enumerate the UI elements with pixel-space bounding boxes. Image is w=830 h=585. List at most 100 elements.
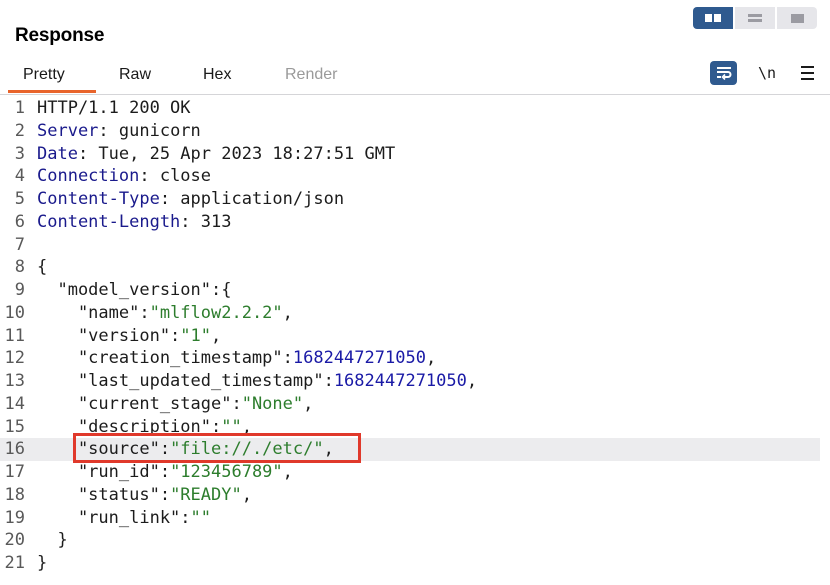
- code-line[interactable]: 5 Content-Type: application/json: [0, 188, 830, 211]
- code-line[interactable]: 7: [0, 234, 830, 257]
- line-number: 19: [4, 507, 25, 528]
- code-token: "source":: [37, 439, 171, 460]
- tab-raw[interactable]: Raw: [119, 66, 151, 84]
- code-token: "": [190, 507, 212, 528]
- line-number: 17: [4, 462, 25, 482]
- line-content: "source":"file://./etc/",: [37, 438, 334, 461]
- code-token: 1682447271050: [333, 371, 467, 391]
- code-line[interactable]: 4 Connection: close: [0, 165, 830, 188]
- code-token: Server: [37, 120, 99, 141]
- tab-hex[interactable]: Hex: [203, 66, 231, 84]
- line-number: 1: [14, 98, 25, 118]
- line-number: 21: [4, 553, 25, 573]
- line-number: 16: [4, 439, 25, 460]
- line-number: 20: [4, 530, 25, 551]
- code-token: "name":: [37, 302, 150, 323]
- rows-icon: [748, 14, 762, 22]
- code-token: : Tue, 25 Apr 2023 18:27:51 GMT: [77, 143, 396, 164]
- code-line[interactable]: 16 "source":"file://./etc/",: [0, 438, 820, 461]
- line-number: 4: [14, 166, 25, 187]
- active-tab-indicator: [8, 90, 96, 93]
- code-token: "creation_timestamp":: [37, 348, 293, 369]
- code-line[interactable]: 2 Server: gunicorn: [0, 120, 830, 143]
- single-view-button[interactable]: [777, 7, 817, 29]
- code-token: "123456789": [170, 462, 283, 482]
- layout-toggle[interactable]: [693, 7, 817, 29]
- code-line[interactable]: 9 "model_version":{: [0, 279, 830, 302]
- code-line[interactable]: 17 "run_id":"123456789",: [0, 461, 830, 484]
- line-content: "model_version":{: [37, 279, 231, 302]
- line-number: 9: [14, 280, 25, 300]
- horizontal-view-button[interactable]: [735, 7, 775, 29]
- code-line[interactable]: 6 Content-Length: 313: [0, 211, 830, 234]
- code-line[interactable]: 15 "description":"",: [0, 416, 830, 439]
- code-token: "version":: [37, 325, 181, 346]
- line-number: 18: [4, 484, 25, 505]
- code-line[interactable]: 13 "last_updated_timestamp":168244727105…: [0, 370, 830, 393]
- code-line[interactable]: 11 "version":"1",: [0, 325, 830, 348]
- line-content: Content-Type: application/json: [37, 188, 344, 211]
- line-number: 3: [14, 143, 25, 164]
- line-number: 15: [4, 416, 25, 437]
- line-number: 12: [4, 348, 25, 369]
- code-token: }: [37, 553, 48, 573]
- line-content: "description":"",: [37, 416, 252, 439]
- code-token: "current_stage":: [37, 393, 242, 414]
- tab-render[interactable]: Render: [285, 66, 337, 84]
- code-token: : 313: [180, 211, 232, 232]
- line-content: "status":"READY",: [37, 484, 252, 507]
- code-line[interactable]: 19 "run_link":"": [0, 507, 830, 530]
- line-content: "creation_timestamp":1682447271050,: [37, 347, 436, 370]
- code-token: "run_id":: [37, 462, 171, 482]
- code-token: ,: [466, 371, 478, 391]
- line-number: 7: [14, 234, 25, 255]
- code-token: ,: [241, 416, 252, 437]
- menu-icon[interactable]: [801, 66, 814, 84]
- code-token: "": [221, 416, 242, 437]
- code-token: : gunicorn: [98, 120, 201, 141]
- word-wrap-button[interactable]: [710, 61, 737, 85]
- code-line[interactable]: 12 "creation_timestamp":1682447271050,: [0, 347, 830, 370]
- response-editor[interactable]: 1 HTTP/1.1 200 OK 2 Server: gunicorn 3 Date: …: [0, 97, 830, 575]
- line-content: HTTP/1.1 200 OK: [37, 97, 191, 120]
- line-content: Content-Length: 313: [37, 211, 231, 234]
- line-content: "name":"mlflow2.2.2",: [37, 302, 293, 325]
- line-number: 6: [14, 211, 25, 232]
- line-number: 2: [14, 120, 25, 141]
- line-content: "version":"1",: [37, 325, 221, 348]
- code-token: Content-Length: [37, 211, 181, 232]
- code-token: "mlflow2.2.2": [149, 302, 283, 323]
- show-newlines-button[interactable]: \n: [758, 64, 776, 82]
- line-content: "run_link":"": [37, 507, 211, 530]
- tab-pretty[interactable]: Pretty: [23, 66, 65, 84]
- line-number: 13: [4, 371, 25, 391]
- code-token: ,: [282, 462, 293, 482]
- line-content: Server: gunicorn: [37, 120, 201, 143]
- split-view-button[interactable]: [693, 7, 733, 29]
- code-line[interactable]: 21}: [0, 552, 830, 575]
- line-content: Date: Tue, 25 Apr 2023 18:27:51 GMT: [37, 143, 395, 166]
- tab-bar: Pretty Raw Hex Render: [0, 60, 830, 95]
- code-token: HTTP/1.1 200 OK: [37, 98, 191, 118]
- line-number: 5: [14, 189, 25, 209]
- line-content: Connection: close: [37, 165, 211, 188]
- code-token: "READY": [170, 484, 242, 505]
- code-line[interactable]: 8{: [0, 256, 830, 279]
- code-token: Content-Type: [37, 189, 160, 209]
- code-token: Date: [37, 143, 78, 164]
- line-content: {: [37, 256, 47, 279]
- code-token: "None": [241, 393, 304, 414]
- panel-title: Response: [15, 25, 105, 46]
- line-content: }: [37, 529, 67, 552]
- code-line[interactable]: 20 }: [0, 529, 830, 552]
- code-line[interactable]: 10 "name":"mlflow2.2.2",: [0, 302, 830, 325]
- code-token: "1": [180, 325, 212, 346]
- code-token: ,: [303, 393, 314, 414]
- code-line[interactable]: 1 HTTP/1.1 200 OK: [0, 97, 830, 120]
- line-number: 8: [14, 257, 25, 278]
- code-token: ,: [241, 484, 252, 505]
- code-line[interactable]: 3 Date: Tue, 25 Apr 2023 18:27:51 GMT: [0, 143, 830, 166]
- code-line[interactable]: 14 "current_stage":"None",: [0, 393, 830, 416]
- code-line[interactable]: 18 "status":"READY",: [0, 484, 830, 507]
- word-wrap-icon: [716, 67, 731, 80]
